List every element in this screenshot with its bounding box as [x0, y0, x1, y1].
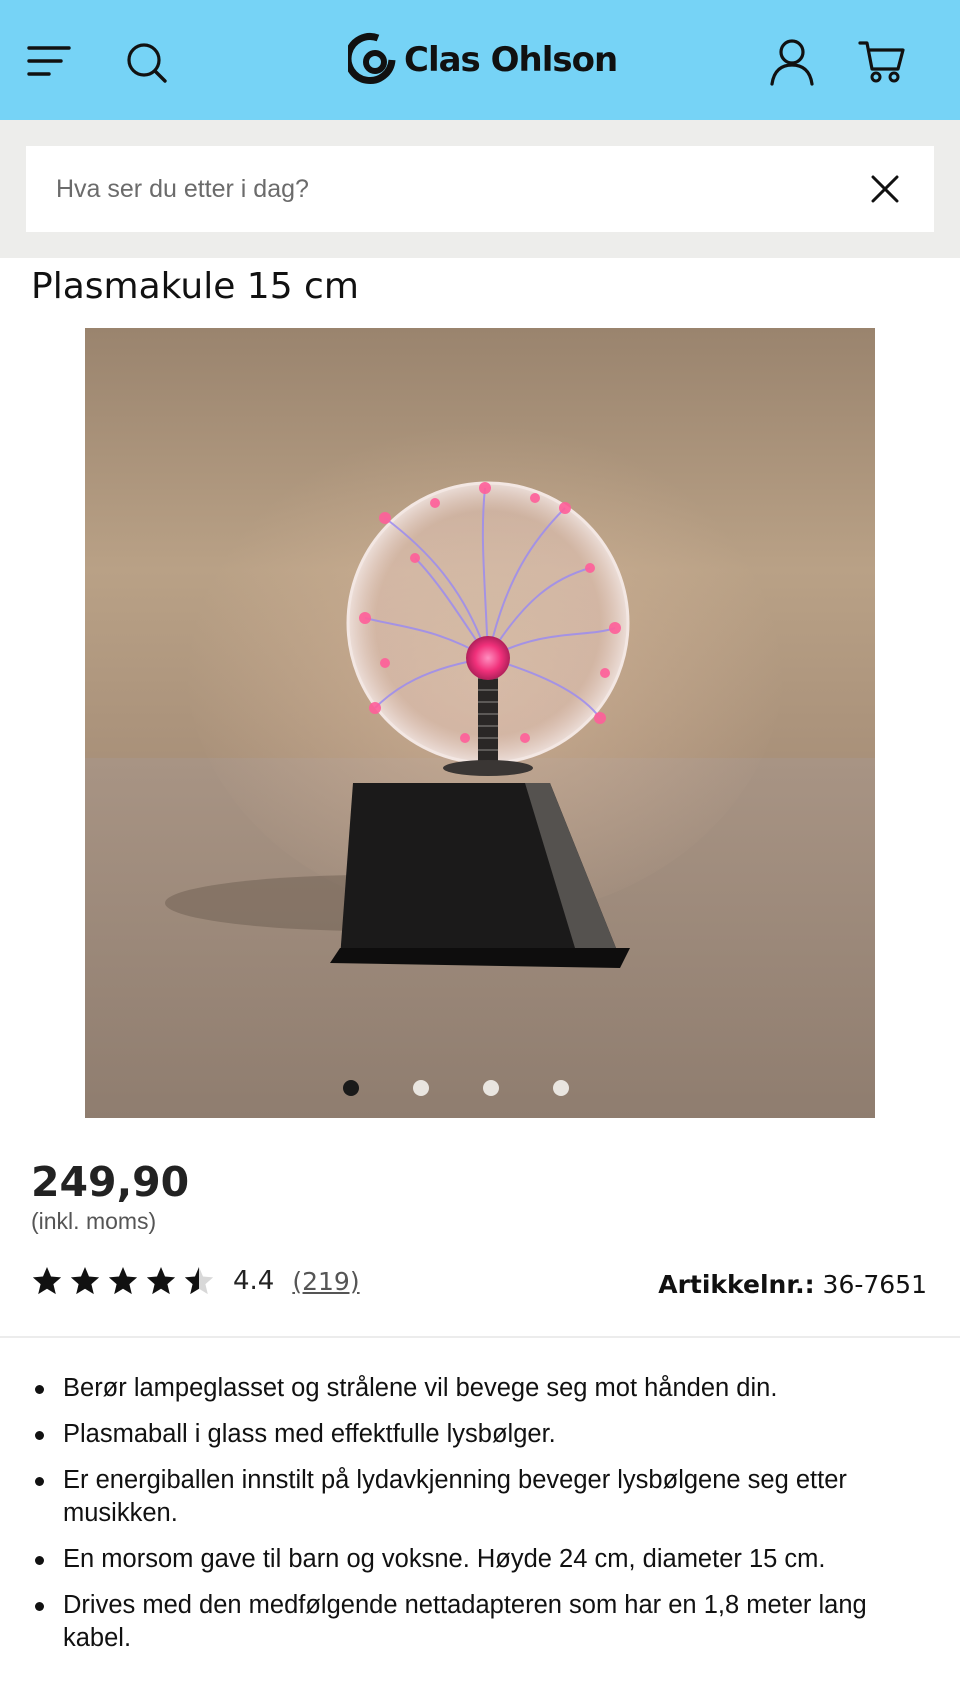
bullet-icon: [35, 1602, 44, 1611]
feature-text: En morsom gave til barn og voksne. Høyde…: [63, 1545, 826, 1573]
close-icon: [871, 175, 899, 203]
star-icon: [108, 1267, 138, 1295]
user-icon: [770, 39, 814, 86]
cart-button[interactable]: [854, 34, 910, 90]
divider: [0, 1336, 960, 1338]
bullet-icon: [35, 1385, 44, 1394]
search-button[interactable]: [122, 38, 172, 88]
article-number-value: 36-7651: [814, 1270, 927, 1299]
top-bar: Clas Ohlson: [0, 0, 960, 120]
clear-search-button[interactable]: [862, 166, 908, 212]
rating-stars: [31, 1265, 215, 1297]
brand-name: Clas Ohlson: [404, 40, 618, 80]
star-half-icon: [184, 1267, 214, 1295]
gallery-pagination: [85, 1080, 851, 1096]
menu-button[interactable]: [24, 38, 74, 84]
star-icon: [70, 1267, 100, 1295]
product-title: Plasmakule 15 cm: [31, 266, 359, 307]
product-image-gallery[interactable]: [85, 328, 875, 1118]
search-box[interactable]: [26, 146, 934, 232]
vat-note: (inkl. moms): [31, 1208, 157, 1234]
star-icon: [32, 1267, 62, 1295]
bullet-icon: [35, 1477, 44, 1486]
product-rating[interactable]: 4.4 (219): [31, 1264, 360, 1298]
list-item: En morsom gave til barn og voksne. Høyde…: [31, 1543, 931, 1576]
search-input[interactable]: [56, 168, 836, 210]
plasma-ball-photo: [85, 328, 875, 1118]
feature-text: Drives med den medfølgende nettadapteren…: [63, 1591, 867, 1652]
feature-text: Er energiballen innstilt på lydavkjennin…: [63, 1466, 847, 1527]
bullet-icon: [35, 1431, 44, 1440]
feature-text: Plasmaball i glass med effektfulle lysbø…: [63, 1420, 556, 1448]
feature-text: Berør lampeglasset og strålene vil beveg…: [63, 1374, 778, 1402]
menu-icon: [27, 46, 71, 76]
gallery-dot[interactable]: [553, 1080, 569, 1096]
rating-value: 4.4: [233, 1266, 275, 1296]
search-icon: [127, 43, 167, 83]
cart-icon: [858, 41, 905, 83]
list-item: Er energiballen innstilt på lydavkjennin…: [31, 1464, 931, 1530]
gallery-dot[interactable]: [343, 1080, 359, 1096]
list-item: Berør lampeglasset og strålene vil beveg…: [31, 1372, 931, 1405]
gallery-dot[interactable]: [413, 1080, 429, 1096]
clas-ohlson-logo-icon: [348, 33, 396, 84]
feature-list: Berør lampeglasset og strålene vil beveg…: [31, 1372, 931, 1668]
account-button[interactable]: [764, 34, 820, 90]
list-item: Drives med den medfølgende nettadapteren…: [31, 1589, 931, 1655]
star-icon: [146, 1267, 176, 1295]
gallery-dot[interactable]: [483, 1080, 499, 1096]
bullet-icon: [35, 1556, 44, 1565]
product-price: 249,90: [31, 1158, 190, 1206]
article-number-label: Artikkelnr.:: [658, 1270, 815, 1299]
review-count-link[interactable]: (219): [292, 1267, 359, 1296]
brand-logo[interactable]: Clas Ohlson: [348, 30, 618, 90]
list-item: Plasmaball i glass med effektfulle lysbø…: [31, 1418, 931, 1451]
article-number: Artikkelnr.: 36-7651: [658, 1270, 927, 1299]
